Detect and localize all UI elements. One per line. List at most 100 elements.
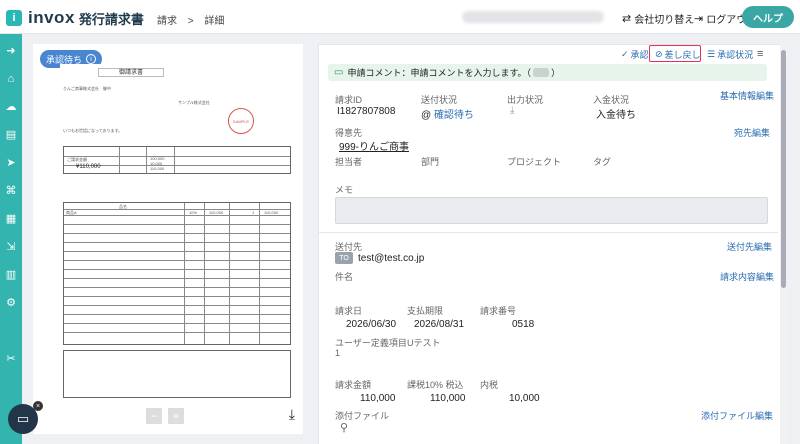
invoice-number-value: 0518 (512, 319, 535, 330)
send-status-label: 送付状況 (421, 95, 458, 105)
logo-subtitle: 発行請求書 (78, 11, 144, 27)
edit-invoice-content-link[interactable]: 請求内容編集 (720, 270, 774, 283)
invoice-id-value: I1827807808 (337, 106, 396, 117)
approval-status-label: 承認状況 (717, 50, 754, 60)
switch-company-label: 会社切り替え (634, 15, 695, 26)
comment-icon: ▭ (334, 67, 344, 78)
payment-status-value: 入金待ち (596, 110, 636, 121)
doc-title: 御請求書 (98, 68, 164, 77)
breadcrumb-detail: 詳細 (204, 16, 225, 27)
inner-tax-value: 10,000 (509, 393, 540, 404)
paperclip-icon[interactable]: ⚲ (340, 421, 348, 434)
app-header: i invox 発行請求書 請求 > 詳細 ⇄ 会社切り替え ⇥ ログアウト ヘ… (0, 0, 800, 34)
edit-basic-info-link[interactable]: 基本情報編集 (720, 89, 774, 102)
at-sign-icon: @ (421, 110, 434, 121)
doc-item-amount: 110,000 (264, 210, 279, 215)
tools-icon[interactable]: ✂ (4, 352, 18, 366)
due-date-label: 支払期限 (407, 306, 444, 316)
doc-item-header: 品名 (119, 204, 127, 209)
app-logo[interactable]: i invox 発行請求書 (6, 8, 144, 28)
send-status: @ 確認待ち (421, 106, 474, 121)
department-label: 部門 (421, 157, 440, 167)
download-status-icon: ⤓ (510, 105, 515, 116)
logout-icon: ⇥ (694, 13, 704, 25)
doc-amount-label: ご請求金額 (67, 157, 87, 162)
sidebar: ➜ ⌂ ☁ ▤ ➤ ⌘ ▦ ⇲ ▥ ⚙ ✂ (0, 34, 22, 444)
custom-field-index: 1 (335, 348, 341, 358)
tag-label: タグ (593, 157, 612, 167)
doc-summary-table: ご請求金額 ¥110,000 100,000 10,000 110,000 (63, 146, 291, 174)
project-label: プロジェクト (507, 157, 562, 167)
doc-item-unit: 110,000 (209, 210, 224, 215)
breadcrumb-invoice[interactable]: 請求 (157, 16, 177, 27)
approval-status-button[interactable]: ☰ 承認状況 (707, 48, 753, 61)
tax10-value: 110,000 (430, 393, 466, 404)
home-icon[interactable]: ⌂ (4, 72, 18, 86)
building-icon[interactable]: ▦ (4, 212, 18, 226)
send-to-email: test@test.co.jp (358, 253, 425, 264)
inner-tax-label: 内税 (480, 380, 499, 390)
invoice-amount-label: 請求金額 (335, 380, 372, 390)
list-icon: ☰ (707, 49, 716, 59)
doc-item-name: 商品A (66, 210, 77, 215)
edit-send-to-link[interactable]: 送付先編集 (727, 240, 772, 253)
switch-company-button[interactable]: ⇄ 会社切り替え (622, 11, 694, 26)
custom-field-label: ユーザー定義項目 (335, 338, 407, 348)
report-icon[interactable]: ▥ (4, 268, 18, 282)
person-label: 担当者 (335, 157, 363, 167)
invoice-date-value: 2026/06/30 (346, 319, 397, 330)
logo-mark-icon: i (6, 10, 22, 26)
approve-label: 承認 (630, 50, 649, 60)
doc-thanks: いつもお世話になっております。 (63, 128, 123, 133)
custom-field-value: Uテスト (407, 338, 441, 348)
customer-value[interactable]: 999-りんご商事 (339, 138, 409, 153)
menu-icon[interactable]: ≡ (757, 48, 763, 60)
memo-textarea[interactable] (335, 197, 768, 224)
doc-items-table: 品名 商品A 10% 110,000 1 110,000 (63, 202, 291, 345)
to-tag: TO (335, 252, 353, 264)
payment-status-label: 入金状況 (593, 95, 630, 105)
chat-close-icon[interactable]: × (33, 401, 43, 411)
export-icon[interactable]: ⇲ (4, 240, 18, 254)
invoice-preview-panel: 承認待ち i 御請求書 りんご商事株式会社 御中 サンプル株式会社 いつもお世話… (33, 44, 303, 434)
download-icon[interactable]: ⤓ (289, 406, 295, 423)
invoice-detail-panel (318, 44, 788, 444)
sample-stamp: SAMPLE (228, 108, 254, 134)
help-button[interactable]: ヘルプ (742, 6, 794, 28)
doc-notes-box (63, 350, 291, 398)
invoice-number-label: 請求番号 (480, 306, 517, 316)
send-icon[interactable]: ➤ (4, 156, 18, 170)
comment-text: 申請コメント：申請コメントを入力します。（ (347, 68, 532, 78)
scrollbar-thumb[interactable] (781, 50, 786, 288)
invoice-date-label: 請求日 (335, 306, 363, 316)
send-status-value[interactable]: 確認待ち (434, 110, 474, 121)
send-back-highlight (649, 45, 701, 62)
invoice-id-label: 請求ID (335, 95, 363, 105)
settings-gear-icon[interactable]: ⚙ (4, 296, 18, 310)
section-divider (318, 232, 778, 233)
doc-total: 110,000 (150, 166, 165, 171)
invoice-document: 御請求書 りんご商事株式会社 御中 サンプル株式会社 いつもお世話になっておりま… (60, 64, 294, 404)
user-info-blurred (462, 11, 604, 23)
breadcrumb-separator: > (187, 16, 194, 27)
document-icon[interactable]: ▤ (4, 128, 18, 142)
doc-item-tax: 10% (189, 210, 198, 215)
info-icon[interactable]: i (86, 54, 97, 64)
edit-customer-link[interactable]: 宛先編集 (734, 126, 770, 139)
approve-button[interactable]: ✓ 承認 (621, 48, 649, 61)
check-icon: ✓ (621, 49, 629, 59)
page-nav: − + (146, 408, 190, 424)
comment-suffix: ） (551, 68, 561, 78)
breadcrumb: 請求 > 詳細 (157, 12, 232, 27)
comment-bar: ▭ 申請コメント：申請コメントを入力します。（ ） (328, 64, 767, 81)
edit-attachment-link[interactable]: 添付ファイル編集 (701, 409, 773, 422)
cloud-upload-icon[interactable]: ☁ (4, 100, 18, 114)
zoom-out-button[interactable]: − (146, 408, 162, 424)
logo-text: invox (28, 8, 75, 27)
comment-blurred-name (533, 68, 550, 77)
sidebar-toggle-icon[interactable]: ➜ (4, 44, 18, 58)
doc-issuer: サンプル株式会社 (178, 100, 210, 105)
bank-icon[interactable]: ⌘ (4, 184, 18, 198)
zoom-in-button[interactable]: + (168, 408, 184, 424)
switch-users-icon: ⇄ (622, 13, 632, 25)
